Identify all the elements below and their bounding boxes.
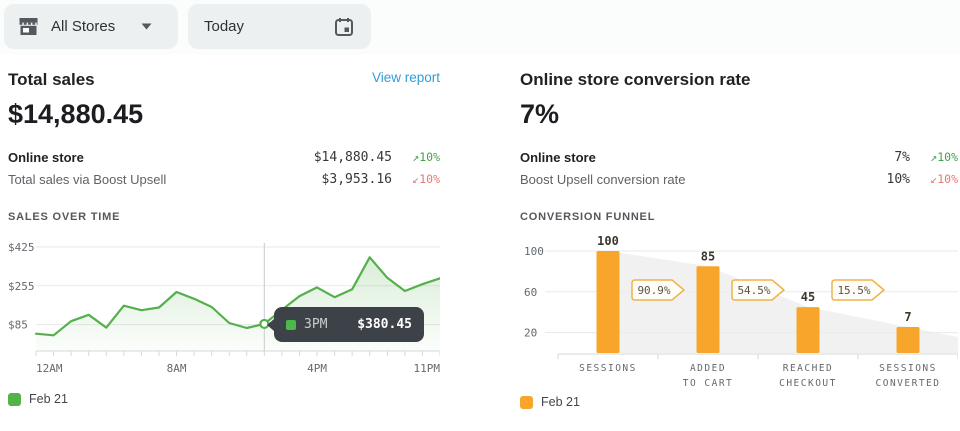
funnel-category-label: CHECKOUT	[779, 378, 837, 389]
metric-row-online-store-rate: Online store 7% ↗10%	[520, 146, 958, 168]
conversion-rate-title: Online store conversion rate	[520, 70, 751, 90]
x-axis-tick-label: 8AM	[167, 362, 187, 375]
calendar-icon	[333, 16, 355, 38]
legend-swatch-green	[8, 393, 21, 406]
storefront-icon	[18, 17, 39, 36]
metric-label: Boost Upsell conversion rate	[520, 172, 887, 187]
funnel-category-label: TO CART	[683, 378, 734, 389]
tooltip-time-label: 3PM	[304, 317, 357, 332]
x-axis-tick-label: 12AM	[36, 362, 63, 375]
x-axis-tick-label: 11PM	[414, 362, 441, 375]
funnel-category-label: ADDED	[690, 363, 726, 374]
conversion-breakdown: Online store 7% ↗10% Boost Upsell conver…	[520, 146, 958, 190]
metric-value: 7%	[894, 150, 910, 165]
funnel-bar	[697, 266, 720, 353]
store-selector-label: All Stores	[51, 18, 141, 35]
funnel-legend: Feb 21	[520, 395, 958, 409]
metric-label: Online store	[520, 150, 894, 165]
conversion-rate-panel: Online store conversion rate 7% Online s…	[520, 70, 958, 409]
funnel-category-label: SESSIONS	[579, 363, 637, 374]
metric-value: 10%	[887, 172, 910, 187]
chevron-down-icon	[141, 23, 152, 30]
total-sales-title: Total sales	[8, 70, 95, 90]
y-axis-tick-label: $425	[8, 241, 35, 254]
funnel-bar	[797, 307, 820, 353]
conversion-rate-label: 54.5%	[737, 284, 770, 297]
total-sales-panel: Total sales View report $14,880.45 Onlin…	[8, 70, 440, 406]
metric-row-boost-upsell-rate: Boost Upsell conversion rate 10% ↙10%	[520, 168, 958, 190]
tooltip-value: $380.45	[357, 317, 412, 332]
y-axis-tick-label: 20	[524, 327, 537, 340]
conversion-funnel-chart[interactable]: 100 60 20 100 85 45 7 90.9% 54.5% 15.5% SESSIONS AD…	[520, 229, 958, 393]
sales-over-time-heading: SALES OVER TIME	[8, 211, 440, 225]
tooltip-series-swatch	[286, 320, 296, 330]
funnel-bar	[897, 327, 920, 353]
delta-badge-down: ↙10%	[910, 172, 958, 186]
delta-badge-up: ↗10%	[910, 150, 958, 164]
bar-value-label: 7	[904, 310, 911, 324]
bar-value-label: 45	[801, 290, 815, 304]
legend-swatch-orange	[520, 396, 533, 409]
funnel-category-label: CONVERTED	[876, 378, 941, 389]
delta-badge-down: ↙10%	[392, 172, 440, 186]
funnel-category-label: SESSIONS	[879, 363, 937, 374]
metric-row-boost-upsell: Total sales via Boost Upsell $3,953.16 ↙…	[8, 168, 440, 190]
store-selector-button[interactable]: All Stores	[4, 4, 178, 49]
date-selector-button[interactable]: Today	[188, 4, 371, 49]
y-axis-tick-label: 60	[524, 286, 537, 299]
y-axis-tick-label: $255	[8, 280, 35, 293]
topbar: All Stores Today	[0, 0, 960, 54]
metric-label: Total sales via Boost Upsell	[8, 172, 322, 187]
metric-label: Online store	[8, 150, 314, 165]
metric-value: $14,880.45	[314, 150, 392, 165]
conversion-rate-value: 7%	[520, 99, 958, 133]
metric-value: $3,953.16	[322, 172, 392, 187]
x-axis-tick-label: 4PM	[307, 362, 327, 375]
conversion-funnel-heading: CONVERSION FUNNEL	[520, 211, 958, 225]
y-axis-tick-label: $85	[8, 319, 28, 332]
legend-label: Feb 21	[541, 395, 580, 409]
view-report-link[interactable]: View report	[372, 70, 440, 85]
y-axis-tick-label: 100	[524, 245, 544, 258]
sales-over-time-chart[interactable]: $425 $255 $85 12AM 8AM 4PM 11PM 3PM $380.45	[8, 229, 440, 379]
bar-value-label: 100	[597, 234, 619, 248]
chart-tooltip: 3PM $380.45	[274, 307, 424, 342]
funnel-bar	[597, 251, 620, 353]
sales-legend: Feb 21	[8, 392, 440, 406]
funnel-category-label: REACHED	[783, 363, 834, 374]
delta-badge-up: ↗10%	[392, 150, 440, 164]
bar-value-label: 85	[701, 249, 715, 263]
date-selector-label: Today	[204, 18, 333, 35]
total-sales-breakdown: Online store $14,880.45 ↗10% Total sales…	[8, 146, 440, 190]
total-sales-value: $14,880.45	[8, 99, 440, 133]
conversion-rate-label: 90.9%	[637, 284, 670, 297]
legend-label: Feb 21	[29, 392, 68, 406]
metric-row-online-store: Online store $14,880.45 ↗10%	[8, 146, 440, 168]
conversion-rate-label: 15.5%	[837, 284, 870, 297]
